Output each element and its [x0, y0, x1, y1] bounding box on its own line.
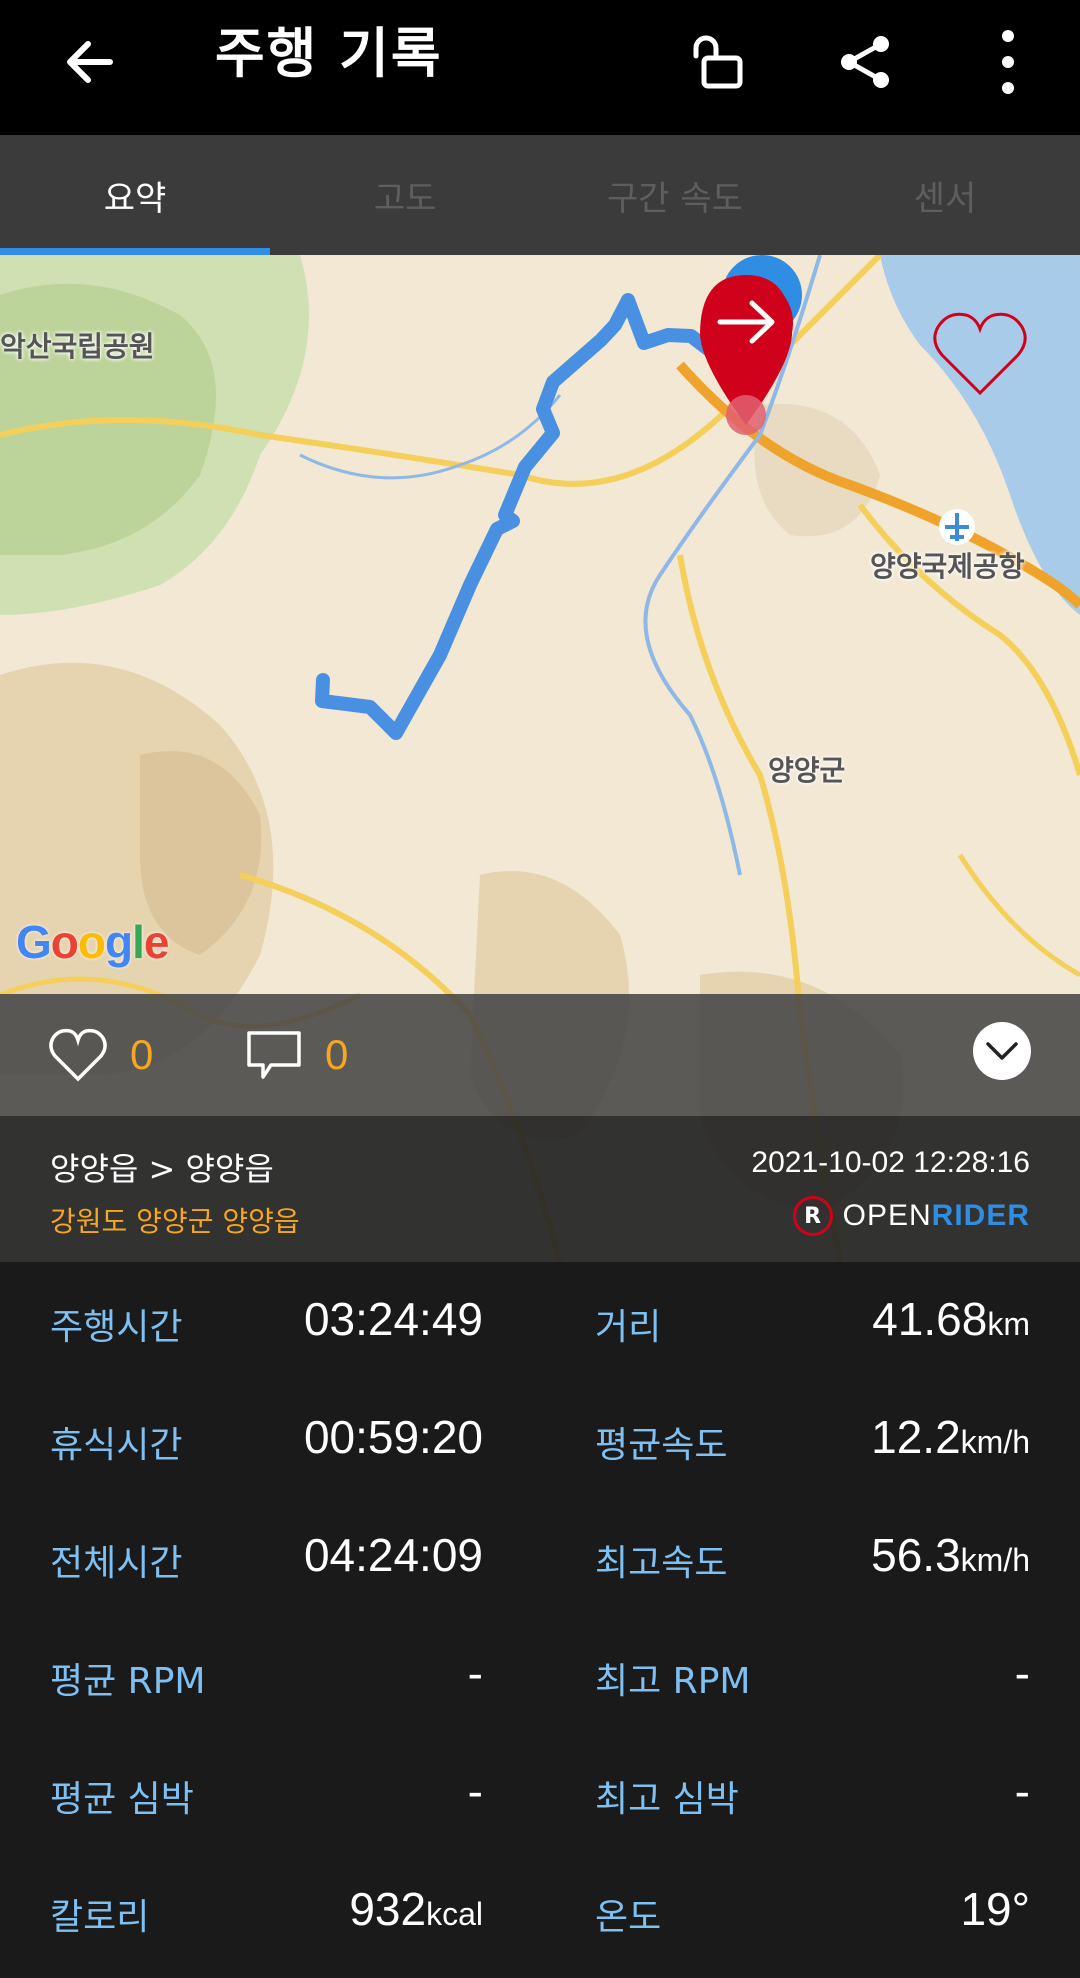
tab-sensor[interactable]: 센서	[810, 135, 1080, 255]
stat-row: 평균 심박 - 최고 심박 -	[0, 1734, 1080, 1852]
stat-value-distance: 41.68km	[872, 1293, 1030, 1345]
stat-label-avg-rpm: 평균 RPM	[50, 1661, 206, 1702]
google-logo: Google	[16, 916, 169, 968]
stat-row: 주행시간 03:24:49 거리 41.68km	[0, 1262, 1080, 1380]
stat-value-avg-speed: 12.2km/h	[871, 1411, 1030, 1463]
stat-row: 평균 RPM - 최고 RPM -	[0, 1616, 1080, 1734]
comment-count: 0	[325, 1031, 349, 1078]
stat-value-max-heart-rate: -	[1014, 1765, 1030, 1817]
heart-outline-icon	[933, 312, 1027, 396]
more-vertical-icon	[1002, 30, 1014, 94]
chevron-down-icon	[986, 1042, 1018, 1060]
comment-button[interactable]: 0	[245, 1020, 348, 1090]
stat-value-avg-rpm: -	[467, 1647, 483, 1699]
stat-value-calories: 932kcal	[349, 1883, 483, 1935]
stat-label-max-rpm: 최고 RPM	[595, 1661, 751, 1702]
app-bar: 주행 기록	[0, 0, 1080, 135]
openrider-brand: R OPEN RIDER	[792, 1196, 1030, 1236]
expand-button[interactable]	[973, 1022, 1031, 1080]
like-button[interactable]: 0	[48, 1020, 153, 1090]
share-button[interactable]	[825, 22, 905, 102]
tab-summary[interactable]: 요약	[0, 135, 270, 255]
stat-label-total-time: 전체시간	[50, 1543, 183, 1584]
arrow-left-icon	[67, 41, 113, 83]
stat-row: 휴식시간 00:59:20 평균속도 12.2km/h	[0, 1380, 1080, 1498]
stat-value-max-speed: 56.3km/h	[871, 1529, 1030, 1581]
comment-icon	[247, 1031, 301, 1079]
page-title: 주행 기록	[215, 22, 443, 85]
stat-label-distance: 거리	[595, 1307, 662, 1348]
stat-row: 전체시간 04:24:09 최고속도 56.3km/h	[0, 1498, 1080, 1616]
like-count: 0	[130, 1031, 154, 1078]
back-button[interactable]	[50, 22, 130, 102]
ride-datetime: 2021-10-02 12:28:16	[751, 1146, 1030, 1179]
share-icon	[841, 36, 889, 88]
tab-bar: 요약 고도 구간 속도 센서	[0, 135, 1080, 255]
map-label-park: 악산국립공원	[0, 330, 155, 363]
ride-stats: 주행시간 03:24:49 거리 41.68km 휴식시간 00:59:20 평…	[0, 1262, 1080, 1978]
stat-value-ride-time: 03:24:49	[303, 1293, 483, 1345]
lock-button[interactable]	[680, 22, 760, 102]
brand-open: OPEN	[842, 1199, 932, 1232]
stat-label-rest-time: 휴식시간	[50, 1425, 183, 1466]
route-info: 양양읍 > 양양읍 강원도 양양군 양양읍 2021-10-02 12:28:1…	[0, 1116, 1080, 1262]
stat-value-avg-heart-rate: -	[467, 1765, 483, 1817]
stat-row: 칼로리 932kcal 온도 19°	[0, 1852, 1080, 1970]
openrider-logo-icon: R	[792, 1196, 833, 1236]
tab-elevation[interactable]: 고도	[270, 135, 540, 255]
stat-label-max-heart-rate: 최고 심박	[595, 1779, 739, 1820]
tab-section-speed[interactable]: 구간 속도	[540, 135, 810, 255]
stat-label-avg-heart-rate: 평균 심박	[50, 1779, 194, 1820]
stat-value-rest-time: 00:59:20	[303, 1411, 483, 1463]
route-path: 양양읍 > 양양읍	[50, 1150, 274, 1188]
stat-label-max-speed: 최고속도	[595, 1543, 728, 1584]
brand-rider: RIDER	[931, 1199, 1030, 1232]
stat-value-temperature: 19°	[960, 1883, 1030, 1935]
stat-label-temperature: 온도	[595, 1897, 662, 1938]
social-bar: 0 0	[0, 994, 1080, 1116]
heart-icon	[49, 1028, 107, 1082]
unlock-icon	[693, 35, 743, 89]
stat-label-calories: 칼로리	[50, 1897, 150, 1938]
stat-label-avg-speed: 평균속도	[595, 1425, 728, 1466]
more-button[interactable]	[968, 22, 1048, 102]
stat-value-total-time: 04:24:09	[303, 1529, 483, 1581]
stat-label-ride-time: 주행시간	[50, 1307, 183, 1348]
map-label-airport: 양양국제공항	[870, 550, 1025, 583]
map-label-county: 양양군	[768, 754, 846, 787]
route-region: 강원도 양양군 양양읍	[50, 1205, 300, 1238]
stat-value-max-rpm: -	[1014, 1647, 1030, 1699]
favorite-button[interactable]	[930, 303, 1030, 403]
